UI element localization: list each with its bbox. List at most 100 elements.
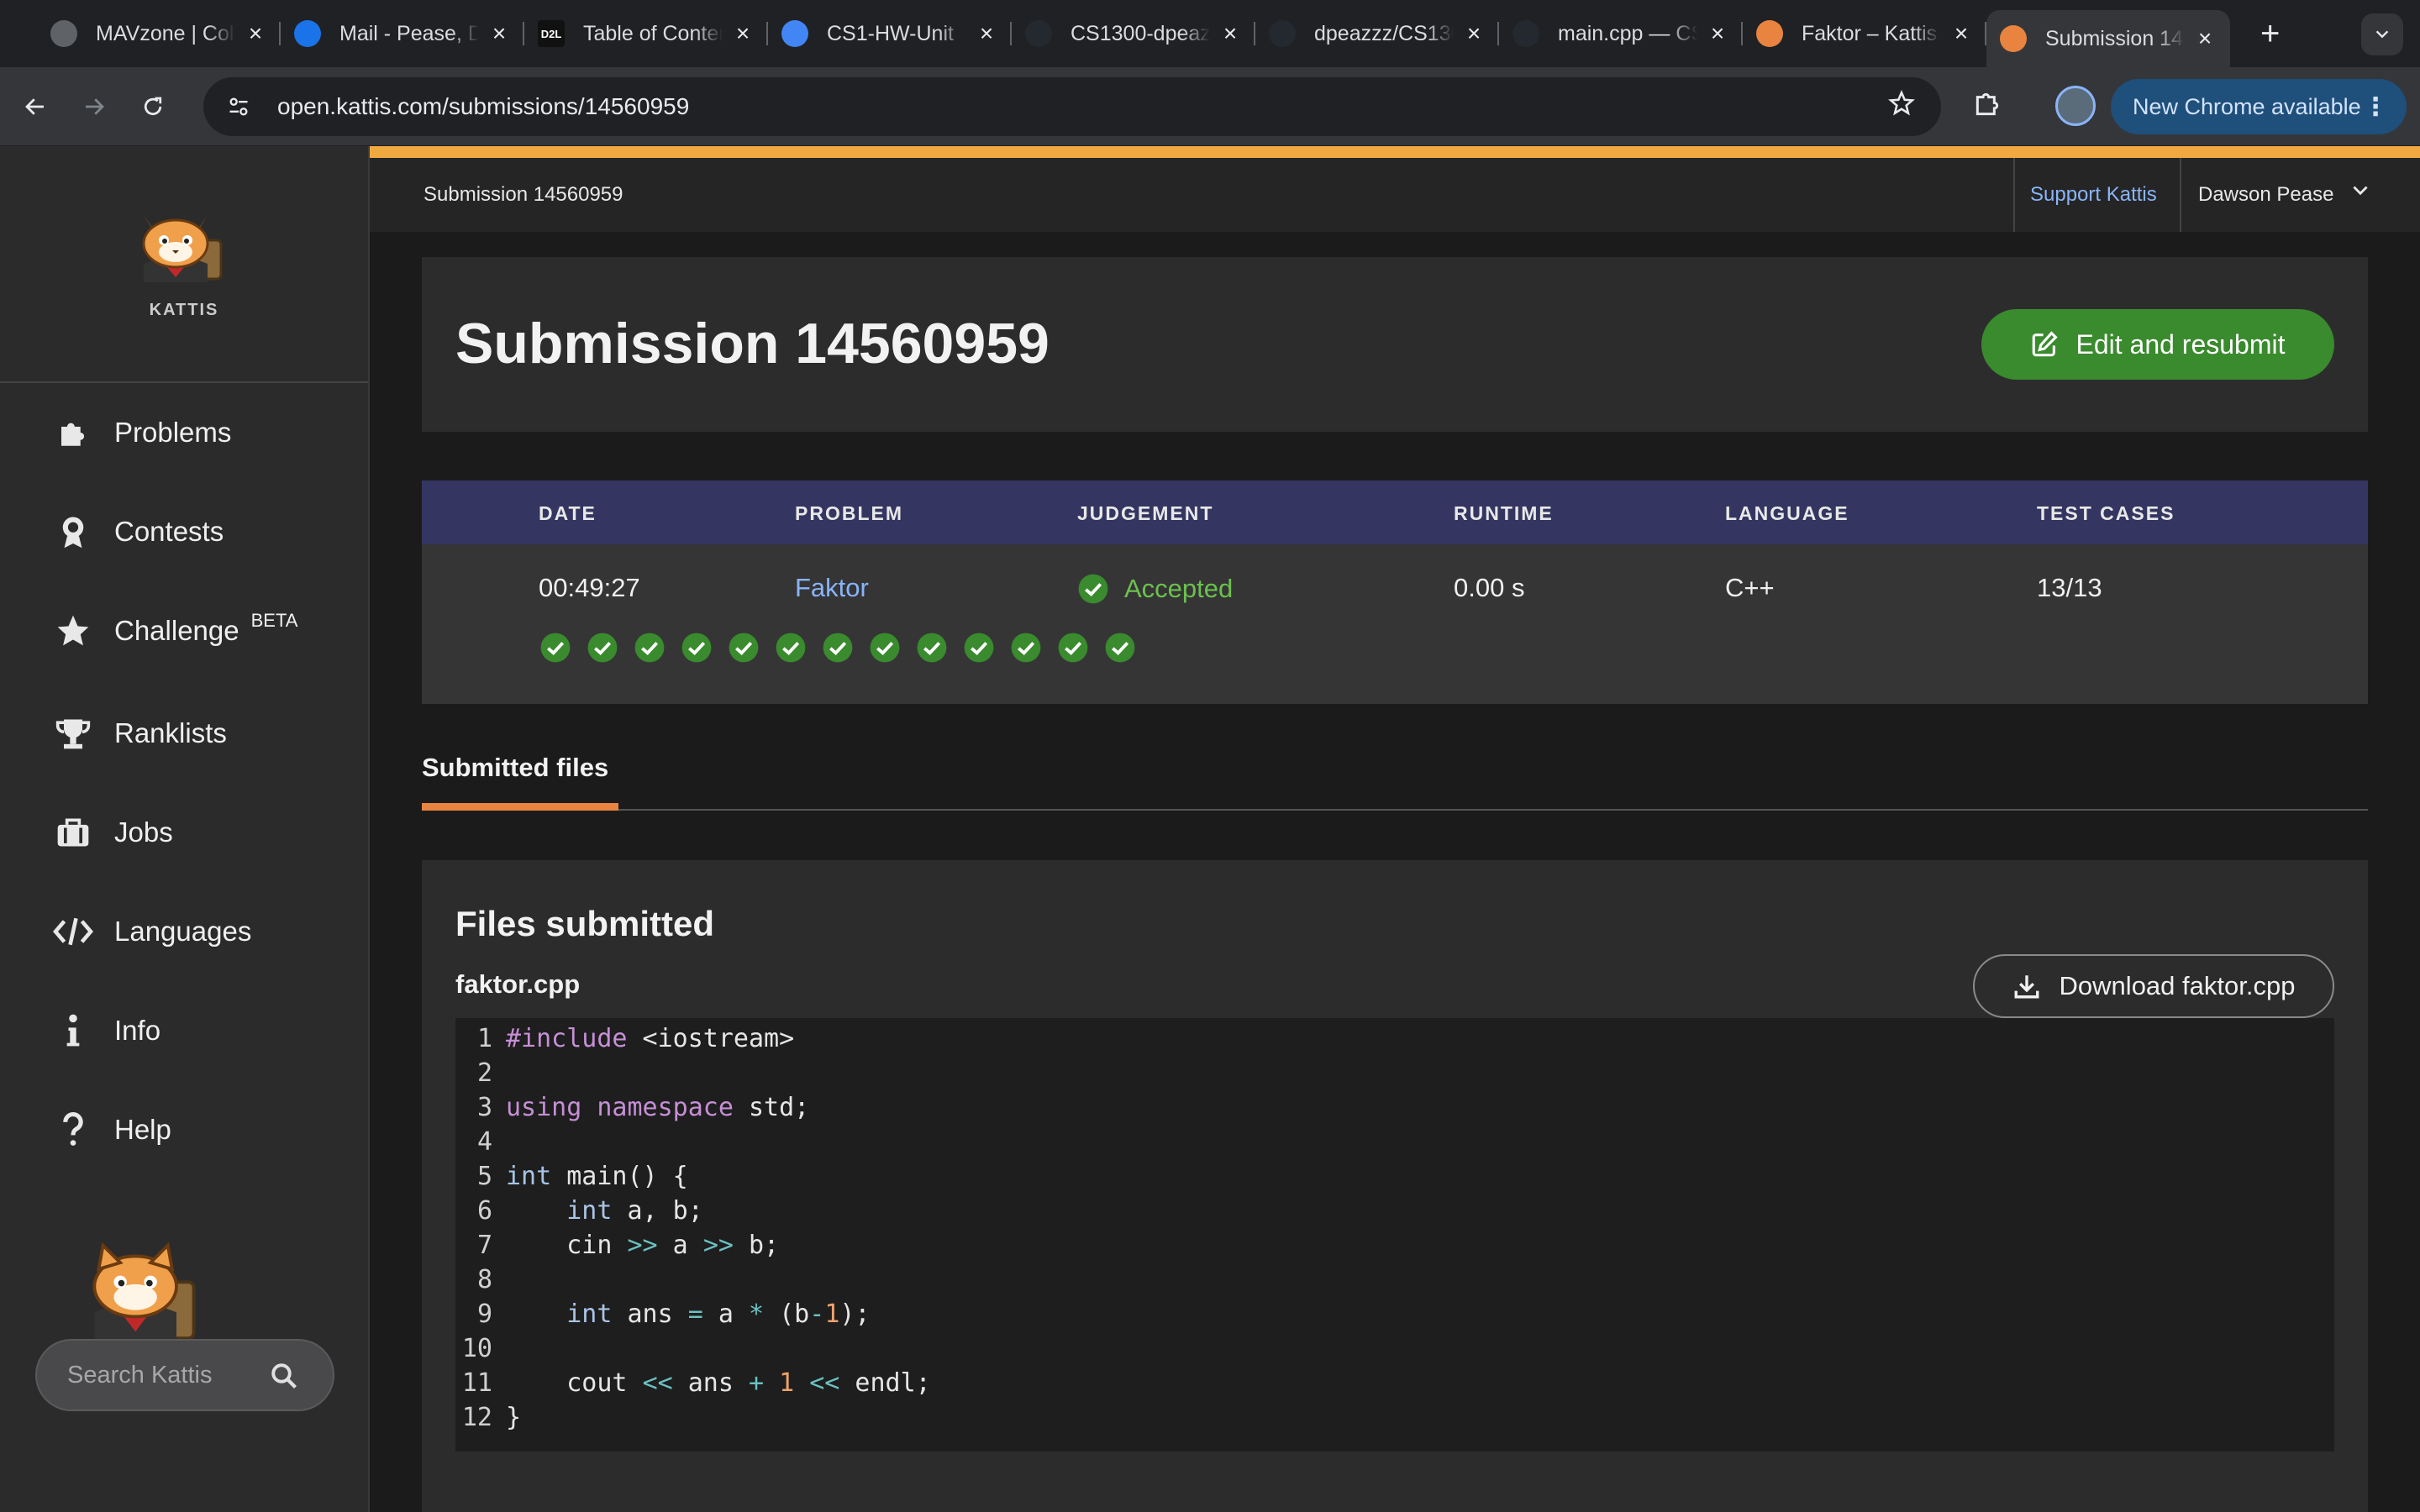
support-kattis-link[interactable]: Support Kattis [2030,183,2157,207]
sidebar-item-label: Problems [114,417,232,448]
tab-title: main.cpp — CS1300 [1558,21,1697,45]
browser-tab-strip: MAVzone | Colorado Mesa University×Mail … [0,0,2420,67]
profile-avatar[interactable] [2055,86,2096,126]
new-tab-button[interactable]: + [2260,15,2280,53]
medal-icon [50,509,96,554]
problem-link[interactable]: Faktor [795,573,869,603]
test-case-passed-icon[interactable] [1104,632,1136,664]
forward-button[interactable] [71,83,118,130]
close-tab-icon[interactable]: × [1462,22,1486,45]
kattis-mascot-image [71,1236,222,1345]
line-number: 11 [461,1368,492,1398]
tab-title: CS1-HW-Unit [827,21,954,45]
line-number: 4 [476,1127,492,1157]
tabs-divider [422,809,2368,811]
close-tab-icon[interactable]: × [731,22,755,45]
column-header-test-cases: TEST CASES [2037,502,2175,524]
search-kattis-input[interactable]: Search Kattis [35,1339,334,1411]
browser-tab[interactable]: dpeazzz/CS1300 × [1255,0,1499,67]
test-case-results [539,632,1151,664]
browser-tab[interactable]: Mail - Pease, Dawson × [281,0,524,67]
browser-tab[interactable]: Faktor – Kattis × [1743,0,1986,67]
test-case-passed-icon[interactable] [916,632,948,664]
code-text: int ans = a * (b-1); [566,1299,871,1329]
chevron-down-icon[interactable] [2349,180,2371,207]
edit-icon [2030,330,2059,359]
test-case-passed-icon[interactable] [539,632,571,664]
sidebar-item-challenge[interactable]: Challenge BETA [50,608,297,654]
test-case-passed-icon[interactable] [1010,632,1042,664]
column-header-judgement: JUDGEMENT [1077,502,1214,524]
line-number: 12 [461,1403,492,1432]
browser-toolbar: open.kattis.com/submissions/14560959 New… [0,67,2420,146]
browser-tab[interactable]: CS1-HW-Unit × [768,0,1012,67]
kattis-sidebar: KATTIS Problems Contests Challenge BETA … [0,146,370,1512]
address-bar[interactable]: open.kattis.com/submissions/14560959 [203,77,1941,136]
test-case-passed-icon[interactable] [963,632,995,664]
user-menu[interactable]: Dawson Pease [2198,183,2333,207]
divider [2013,158,2015,232]
line-number: 8 [476,1265,492,1294]
search-icon[interactable] [269,1361,299,1398]
tab-search-button[interactable] [2361,13,2403,55]
kattis-mascot-icon [142,215,223,282]
sidebar-item-label: Languages [114,916,252,947]
cell-language: C++ [1725,573,1775,602]
sidebar-item-label: Contests [114,516,224,547]
sidebar-item-contests[interactable]: Contests [50,509,224,554]
browser-tab[interactable]: main.cpp — CS1300 × [1499,0,1743,67]
close-tab-icon[interactable]: × [975,22,998,45]
tab-title: dpeazzz/CS1300 [1314,21,1454,45]
sidebar-item-languages[interactable]: Languages [50,909,251,954]
test-case-passed-icon[interactable] [634,632,666,664]
code-viewer[interactable]: 1 #include <iostream> 2 3 using namespace st… [455,1018,2334,1452]
test-case-passed-icon[interactable] [775,632,807,664]
test-case-passed-icon[interactable] [587,632,618,664]
sidebar-item-ranklists[interactable]: Ranklists [50,711,227,756]
site-settings-icon[interactable] [220,88,257,125]
test-case-passed-icon[interactable] [681,632,713,664]
check-circle-icon [1078,574,1108,604]
star-icon [50,608,96,654]
sidebar-item-jobs[interactable]: Jobs [50,810,173,855]
url-text[interactable]: open.kattis.com/submissions/14560959 [277,93,689,120]
tab-submitted-files[interactable]: Submitted files [422,753,608,783]
close-tab-icon[interactable]: × [1218,22,1242,45]
browser-tab[interactable]: D2L Table of Contents × [524,0,768,67]
download-file-button[interactable]: Download faktor.cpp [1973,954,2334,1018]
test-case-passed-icon[interactable] [728,632,760,664]
help-icon [50,1107,96,1152]
sidebar-item-info[interactable]: Info [50,1008,160,1053]
kattis-logo[interactable]: KATTIS [0,146,368,383]
browser-tab[interactable]: MAVzone | Colorado Mesa University × [37,0,281,67]
test-case-passed-icon[interactable] [1057,632,1089,664]
file-name: faktor.cpp [455,969,581,999]
browser-tab[interactable]: Submission 14560959 × [1986,10,2230,67]
tab-title: CS1300-dpeazzz [1071,21,1210,45]
close-tab-icon[interactable]: × [1706,22,1729,45]
sidebar-item-label: Challenge [114,615,239,646]
extensions-puzzle-icon[interactable] [1968,87,2007,126]
bookmark-star-icon[interactable] [1887,89,1916,125]
edit-and-resubmit-button[interactable]: Edit and resubmit [1981,309,2334,380]
browser-tab[interactable]: CS1300-dpeazzz × [1012,0,1255,67]
submission-results-table: DATE PROBLEM JUDGEMENT RUNTIME LANGUAGE … [422,480,2368,704]
sidebar-item-label: Help [114,1114,171,1145]
page-title: Submission 14560959 [455,312,1050,375]
sidebar-item-help[interactable]: Help [50,1107,171,1152]
line-number: 6 [476,1196,492,1226]
code-line: 5 int main() { [455,1159,2334,1194]
back-button[interactable] [12,83,59,130]
close-tab-icon[interactable]: × [1949,22,1973,45]
accent-stripe [370,146,2420,158]
column-header-date: DATE [539,502,597,524]
sidebar-item-problems[interactable]: Problems [50,410,231,455]
reload-button[interactable] [129,83,176,130]
test-case-passed-icon[interactable] [822,632,854,664]
test-case-passed-icon[interactable] [869,632,901,664]
chrome-update-button[interactable]: New Chrome available ⋮ [2111,79,2407,134]
line-number: 3 [476,1093,492,1122]
close-tab-icon[interactable]: × [487,22,511,45]
close-tab-icon[interactable]: × [244,22,267,45]
close-tab-icon[interactable]: × [2193,27,2217,50]
